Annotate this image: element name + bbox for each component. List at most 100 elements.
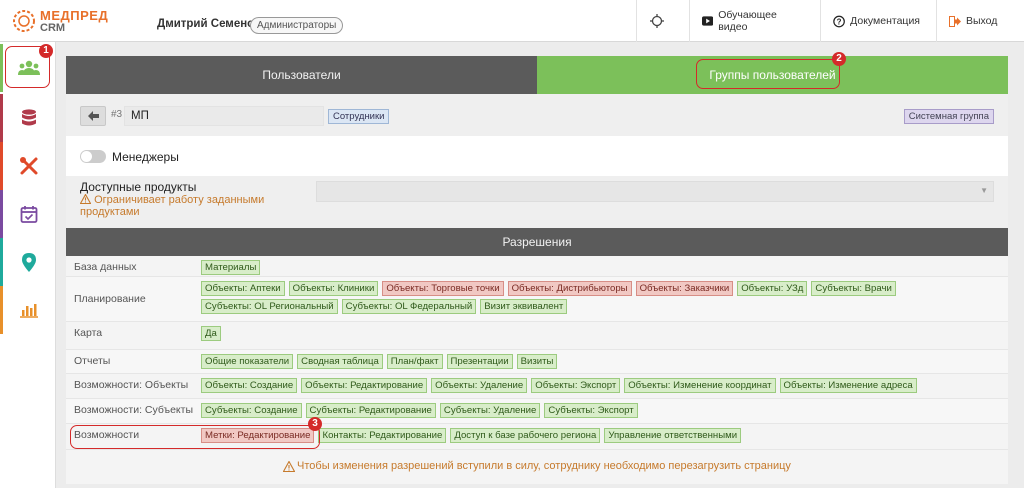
permission-tag[interactable]: Объекты: Заказчики [635,281,734,296]
permission-label: База данных [74,261,137,273]
managers-row: Менеджеры [66,136,1008,176]
permissions-header: Разрешения [66,228,1008,256]
permission-tags: Общие показатели Сводная таблица План/факт… [201,354,991,372]
permission-row: База данных Материалы [66,256,1008,277]
sidebar-item-map[interactable] [0,238,55,286]
permission-tag[interactable]: Визиты [516,354,558,369]
calendar-icon [20,206,38,223]
tools-icon [20,157,38,175]
reload-warning-text: Чтобы изменения разрешений вступили в си… [297,460,791,472]
logo-text: МЕДПРЕД [40,8,109,23]
tab-users[interactable]: Пользователи [66,56,537,94]
video-icon [702,16,714,26]
permission-tag[interactable]: Объекты: Аптеки [201,281,285,296]
sidebar-item-database[interactable] [0,94,55,142]
permission-tag[interactable]: Объекты: Экспорт [531,378,621,393]
permission-tag[interactable]: Объекты: Дистрибьюторы [507,281,632,296]
permission-row: Возможности: Субъекты Субъекты: Создание С… [66,399,1008,424]
products-select[interactable]: ▼ [316,181,994,202]
permission-tag[interactable]: Сводная таблица [297,354,383,369]
permission-tag[interactable]: Презентации [446,354,513,369]
permission-tag[interactable]: Объекты: Редактирование [301,378,428,393]
logout-label: Выход [966,15,998,27]
permission-tag[interactable]: Доступ к базе рабочего региона [450,428,601,443]
permission-tag[interactable]: Общие показатели [201,354,294,369]
products-title: Доступные продукты [80,180,197,194]
permission-tag[interactable]: Контакты: Редактирование [318,428,447,443]
callout-number-2: 2 [832,52,846,66]
system-group-tag: Системная группа [903,109,994,124]
arrow-left-icon [87,111,99,121]
warning-icon [79,193,92,205]
managers-label: Менеджеры [112,150,179,164]
permission-label: Отчеты [74,355,111,367]
permission-tags: Материалы [201,260,991,278]
permission-label: Планирование [74,293,146,305]
employees-tag: Сотрудники [328,109,390,124]
products-warning-text: Ограничивает работу заданными продуктами [80,194,265,218]
training-video-link[interactable]: Обучающее видео [689,0,815,42]
bar-chart-icon [20,304,38,318]
permission-tag[interactable]: Субъекты: OL Региональный [201,299,338,314]
permission-tag[interactable]: Субъекты: Редактирование [305,403,436,418]
sidebar [0,42,56,488]
permission-tag[interactable]: Да [201,326,221,341]
permission-tags: Да [201,326,991,344]
top-bar: МЕДПРЕД CRM Дмитрий Семенов Администрато… [0,0,1024,42]
app-logo[interactable]: МЕДПРЕД CRM [10,6,130,36]
group-name-input[interactable] [124,106,324,126]
permission-tag[interactable]: Объекты: Изменение координат [624,378,776,393]
permission-tag[interactable]: Объекты: УЗд [737,281,808,296]
back-button[interactable] [80,106,106,126]
permission-tag[interactable]: Объекты: Удаление [431,378,528,393]
svg-text:?: ? [837,17,842,26]
permission-tag[interactable]: Субъекты: Экспорт [544,403,638,418]
sidebar-item-calendar[interactable] [0,190,55,238]
database-icon [22,109,36,126]
permission-tag[interactable]: Материалы [201,260,261,275]
page-tabs: Пользователи Группы пользователей [66,56,1008,94]
documentation-link[interactable]: ? Документация [820,0,932,42]
permission-tag[interactable]: Объекты: Клиники [288,281,379,296]
logo-icon [13,10,35,32]
permission-row: Возможности: Объекты Объекты: Создание Объ… [66,374,1008,399]
permission-tag[interactable]: Субъекты: Создание [201,403,302,418]
permission-label: Возможности: Субъекты [74,404,193,416]
group-header: #3 Сотрудники Системная группа [66,94,1008,136]
permission-row: Планирование Объекты: Аптеки Объекты: Клин… [66,277,1008,322]
permission-tags: Объекты: Создание Объекты: Редактирование… [201,378,991,396]
reload-warning: Чтобы изменения разрешений вступили в си… [66,452,1008,480]
logout-icon [949,15,961,27]
permission-tag[interactable]: Объекты: Торговые точки [382,281,504,296]
products-section: Доступные продукты Ограничивает работу з… [66,176,1008,228]
sidebar-item-tools[interactable] [0,142,55,190]
documentation-label: Документация [850,15,920,27]
callout-number-3: 3 [308,417,322,431]
group-id: #3 [111,109,123,120]
crosshair-button[interactable] [636,0,682,42]
permission-tag[interactable]: План/факт [386,354,443,369]
callout-box-2 [696,59,840,89]
permission-tag[interactable]: Управление ответственными [604,428,742,443]
permission-tag[interactable]: Визит эквивалент [480,299,568,314]
map-pin-icon [22,252,36,272]
logo-subtext: CRM [40,22,66,34]
user-name[interactable]: Дмитрий Семенов [157,18,261,30]
permission-tag[interactable]: Субъекты: Врачи [811,281,896,296]
help-icon: ? [833,15,845,27]
permission-tag[interactable]: Объекты: Изменение адреса [779,378,917,393]
permission-tag[interactable]: Объекты: Создание [201,378,298,393]
sidebar-item-reports[interactable] [0,286,55,334]
crosshair-icon [650,14,664,28]
permissions-title: Разрешения [502,235,572,249]
permission-row: Карта Да [66,322,1008,350]
role-badge: Администраторы [250,17,344,34]
permission-label: Карта [74,327,103,339]
callout-box-3 [70,425,320,449]
permission-tag[interactable]: Субъекты: OL Федеральный [341,299,477,314]
managers-toggle[interactable] [80,150,106,163]
permission-tag[interactable]: Субъекты: Удаление [439,403,541,418]
products-warning: Ограничивает работу заданными продуктами [79,193,290,218]
logout-link[interactable]: Выход [936,0,1016,42]
tab-users-label: Пользователи [262,68,341,82]
